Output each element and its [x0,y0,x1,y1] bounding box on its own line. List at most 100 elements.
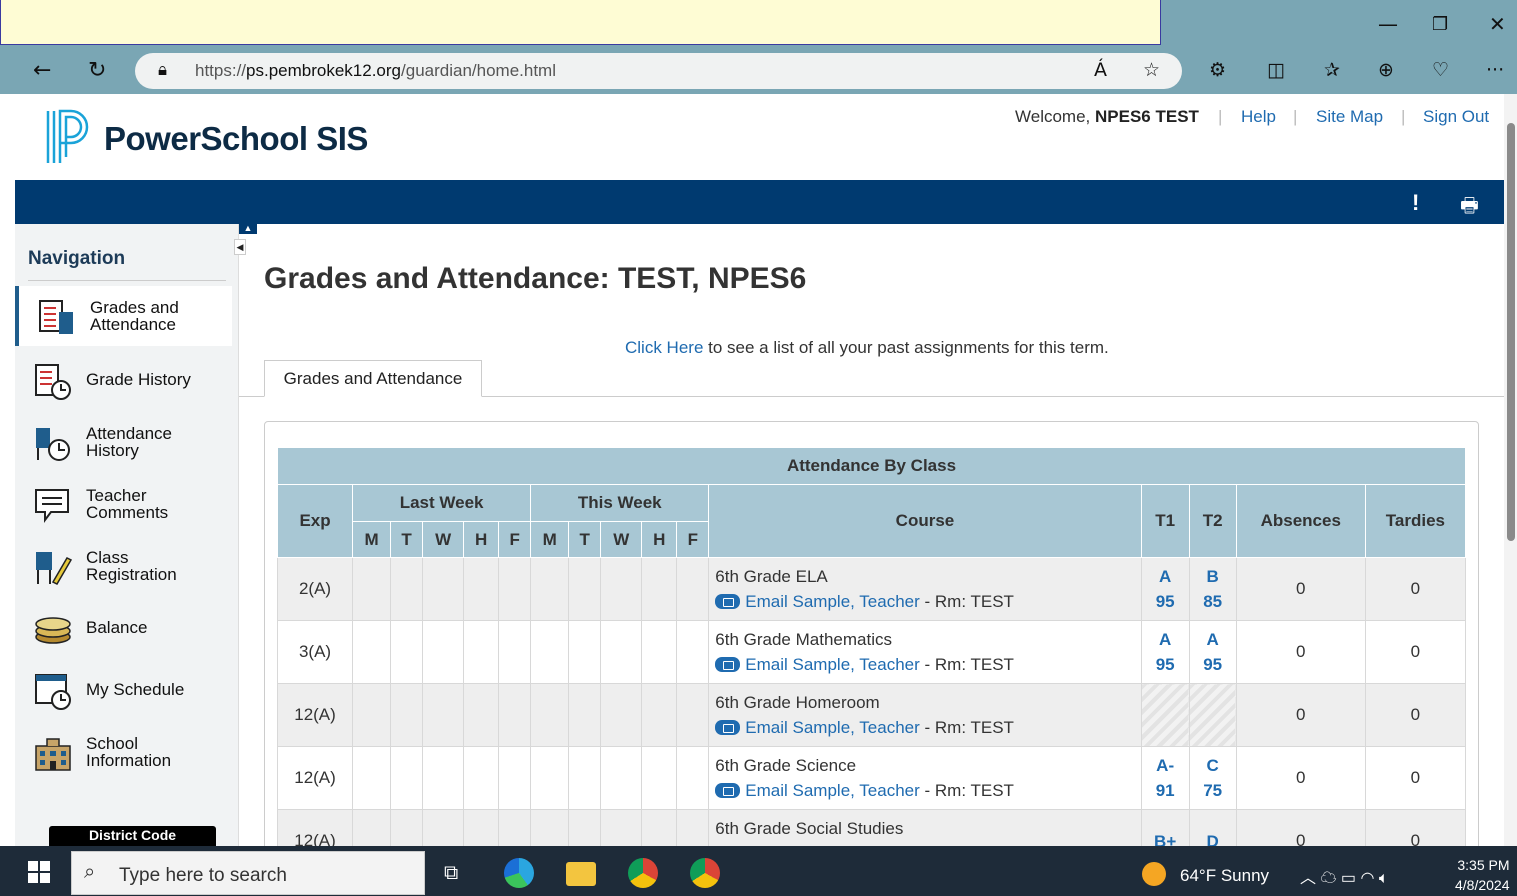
task-view-icon[interactable]: ⧉ [444,862,458,885]
extensions-icon[interactable]: ⚙ [1209,59,1226,81]
attendance-table: Attendance By Class Exp Last Week This W… [276,447,1467,846]
sidebar-item-balance[interactable]: Balance [15,598,232,658]
course-header: Course [708,484,1142,558]
collections-icon[interactable]: ⊕ [1378,59,1394,81]
search-placeholder[interactable]: Type here to search [119,865,287,887]
refresh-icon[interactable]: ↻ [88,58,106,83]
t1-grade-empty [1140,683,1190,747]
alert-icon[interactable]: ! [1412,190,1419,216]
sidebar: Navigation Grades and Attendance Grade Hi… [15,224,239,846]
tardies-cell[interactable]: 0 [1364,683,1467,747]
collapse-sidebar-button[interactable]: ◀ [234,239,246,255]
favorite-star-icon[interactable]: ☆ [1143,59,1160,81]
exp-cell: 12(A) [276,809,354,846]
teacher-email-link[interactable]: Email Sample, Teacher [745,718,920,737]
absences-cell[interactable]: 0 [1235,620,1366,684]
windows-start-icon[interactable] [28,861,50,883]
tardies-cell[interactable]: 0 [1364,557,1467,621]
district-code-button[interactable]: District Code [49,826,216,846]
day-header: M [352,521,392,558]
coins-icon [35,617,71,644]
course-cell: 6th Grade Homeroom Email Sample, Teacher … [708,683,1142,747]
schedule-icon [35,674,71,710]
system-tray-icons[interactable]: ︿ ☁ ▭ ◠ 🔈︎ [1300,864,1388,888]
chrome-icon[interactable] [628,858,658,888]
teacher-email-link[interactable]: Email Sample, Teacher [745,655,920,674]
teacher-email-link[interactable]: Email Sample, Teacher [745,781,920,800]
more-menu-icon[interactable]: ··· [1486,59,1504,81]
sidebar-item-attendance-history[interactable]: Attendance History [15,412,232,472]
nav-title: Navigation [28,248,126,269]
powerschool-page: PowerSchool SIS Welcome, NPES6 TEST | He… [15,94,1504,846]
this-week-header: This Week [530,484,710,522]
past-assignments-note: Click Here to see a list of all your pas… [625,338,1109,357]
day-header: W [600,521,643,558]
email-icon[interactable] [715,594,741,609]
chrome-profile-icon[interactable] [690,858,720,888]
sidebar-item-grades-attendance[interactable]: Grades and Attendance [15,286,232,346]
school-building-icon [35,738,71,771]
absences-header: Absences [1235,484,1366,558]
printer-icon[interactable]: 🖶 [1460,191,1479,225]
absences-cell[interactable]: 0 [1235,746,1366,810]
lock-icon[interactable]: 🔒︎ [158,60,167,80]
app-logo-text: PowerSchool SIS [104,120,368,157]
t2-grade-link[interactable]: C 75 [1188,746,1237,810]
t1-grade-link[interactable]: A 95 [1140,557,1190,621]
help-link[interactable]: Help [1241,107,1276,127]
scrollbar-thumb[interactable] [1507,123,1515,541]
t2-grade-link[interactable]: D [1188,809,1237,846]
comment-bubble-icon [35,489,69,523]
file-explorer-icon[interactable] [566,862,596,886]
sidebar-item-teacher-comments[interactable]: Teacher Comments [15,474,232,534]
exp-cell: 12(A) [276,683,354,747]
t1-grade-link[interactable]: A 95 [1140,620,1190,684]
gradebook-icon [39,300,73,334]
teacher-email-link[interactable]: Email Sample, Teacher [745,592,920,611]
edge-browser-icon[interactable] [504,858,534,888]
t2-header: T2 [1188,484,1237,558]
tardies-cell[interactable]: 0 [1364,746,1467,810]
click-here-link[interactable]: Click Here [625,338,703,357]
t1-grade-link[interactable]: A- 91 [1140,746,1190,810]
absences-cell[interactable]: 0 [1235,809,1366,846]
weather-text[interactable]: 64°F Sunny [1180,866,1269,886]
day-header: T [390,521,424,558]
tardies-cell[interactable]: 0 [1364,809,1467,846]
site-map-link[interactable]: Site Map [1316,107,1383,127]
minimize-icon[interactable]: — [1378,12,1398,36]
favorites-icon[interactable]: ✰ [1324,59,1340,81]
exp-cell: 3(A) [276,620,354,684]
url-text[interactable]: https://ps.pembrokek12.org/guardian/home… [195,61,556,81]
t1-grade-link[interactable]: B+ [1140,809,1190,846]
email-icon[interactable] [715,657,741,672]
tab-grades-and-attendance[interactable]: Grades and Attendance [264,360,482,397]
last-week-header: Last Week [352,484,532,522]
overlay-banner [0,0,1161,45]
taskbar-clock[interactable]: 3:35 PM 4/8/2024 [1455,855,1510,895]
absences-cell[interactable]: 0 [1235,557,1366,621]
restore-icon[interactable]: ❐ [1432,14,1448,35]
table-row: 12(A) 6th Grade Social StudiesEmail Samp… [276,809,1467,846]
table-row: 2(A) 6th Grade ELA Email Sample, Teacher … [276,557,1467,621]
sidebar-item-my-schedule[interactable]: My Schedule [15,660,232,720]
collapse-header-button[interactable]: ▲ [239,222,257,234]
sidebar-item-grade-history[interactable]: Grade History [15,350,232,410]
email-icon[interactable] [715,783,741,798]
sign-out-link[interactable]: Sign Out [1423,107,1489,127]
t2-grade-link[interactable]: A 95 [1188,620,1237,684]
read-aloud-icon[interactable]: Á [1094,59,1107,81]
course-cell: 6th Grade Science Email Sample, Teacher -… [708,746,1142,810]
table-row: 12(A) 6th Grade Homeroom Email Sample, Te… [276,683,1467,747]
email-icon[interactable] [715,720,741,735]
performance-icon[interactable]: ♡ [1432,59,1449,81]
tardies-cell[interactable]: 0 [1364,620,1467,684]
close-icon[interactable]: ✕ [1489,12,1506,36]
split-screen-icon[interactable]: ◫ [1267,59,1285,81]
weather-sun-icon[interactable] [1142,862,1166,886]
sidebar-item-class-registration[interactable]: Class Registration [15,536,232,596]
back-arrow-icon[interactable]: ← [33,58,51,83]
absences-cell[interactable]: 0 [1235,683,1366,747]
t2-grade-link[interactable]: B 85 [1188,557,1237,621]
sidebar-item-school-information[interactable]: School Information [15,722,232,782]
